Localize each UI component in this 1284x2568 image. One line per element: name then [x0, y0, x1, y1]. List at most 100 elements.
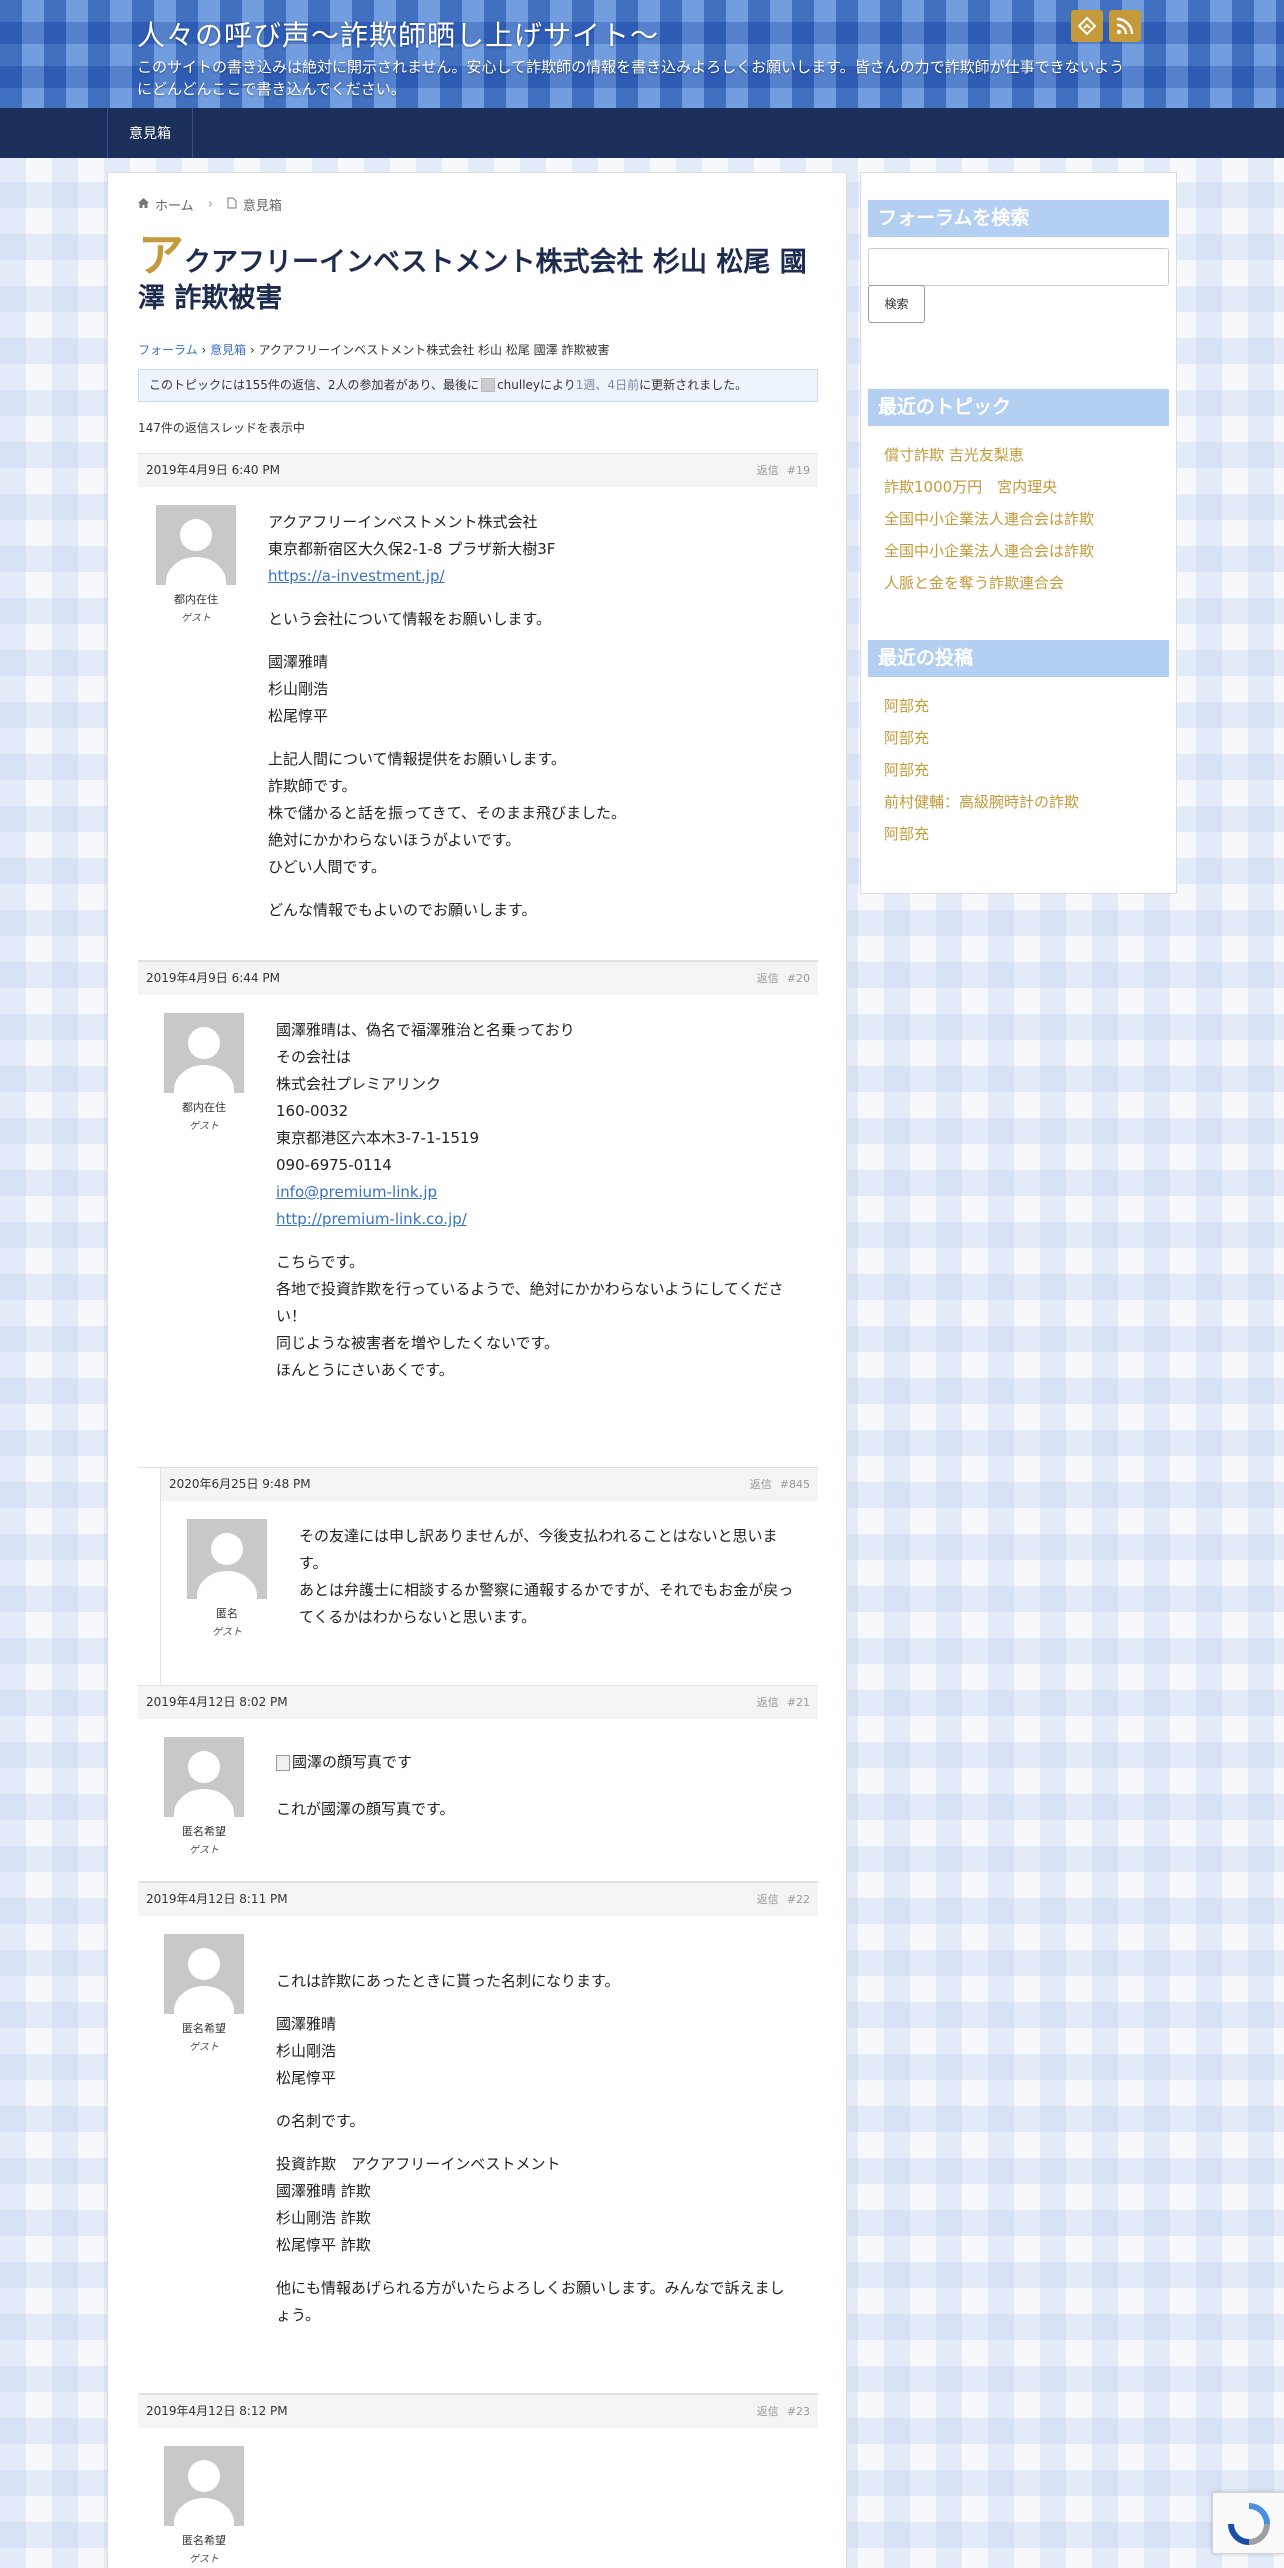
- search-button[interactable]: 検索: [868, 285, 925, 323]
- reply-author: 匿名希望 ゲスト: [164, 1737, 244, 1856]
- recaptcha-icon: [1228, 2503, 1270, 2545]
- reply-number[interactable]: #19: [787, 464, 810, 477]
- sidebar: フォーラムを検索 検索 最近のトピック 償寸詐欺 吉光友梨恵 詐欺1000万円 …: [860, 172, 1177, 894]
- recent-post-item[interactable]: 阿部充: [884, 690, 1079, 722]
- reply-link[interactable]: 返信: [757, 1696, 779, 1709]
- recent-post-item[interactable]: 阿部充: [884, 722, 1079, 754]
- reply-body: 匿名希望 ゲスト: [138, 2428, 818, 2568]
- reply-link[interactable]: 返信: [757, 1893, 779, 1906]
- avatar[interactable]: [164, 1013, 244, 1093]
- content-line: の名刺です。: [276, 2112, 365, 2130]
- reply-number[interactable]: #23: [787, 2405, 810, 2418]
- author-name: 都内在住: [174, 593, 218, 606]
- content-line: 松尾惇平 詐欺: [276, 2236, 371, 2254]
- website-link[interactable]: http://premium-link.co.jp/: [276, 1210, 467, 1228]
- notice-user-link[interactable]: chulley: [497, 378, 540, 392]
- avatar[interactable]: [164, 1737, 244, 1817]
- reply-item: 2019年4月9日 6:44 PM 返信 #20 都内在住 ゲスト 國澤雅晴は、偽…: [138, 961, 818, 1686]
- recent-topics-title: 最近のトピック: [868, 389, 1169, 426]
- content-line: 國澤雅晴は、偽名で福澤雅治と名乗っており: [276, 1021, 575, 1039]
- recent-topic-item[interactable]: 詐欺1000万円 宮内理央: [884, 471, 1094, 503]
- broken-image: 國澤の顔写真です: [276, 1749, 412, 1776]
- recent-post-item[interactable]: 阿部充: [884, 754, 1079, 786]
- site-title[interactable]: 人々の呼び声～詐欺師晒し上げサイト～: [137, 14, 659, 54]
- reply-date: 2019年4月9日 6:44 PM: [146, 971, 280, 985]
- content-link[interactable]: https://a-investment.jp/: [268, 567, 445, 585]
- content-line: 各地で投資詐欺を行っているようで、絶対にかかわらないようにしてください！: [276, 1280, 784, 1325]
- author-role: ゲスト: [189, 1121, 219, 1132]
- content-line: 同じような被害者を増やしたくないです。: [276, 1334, 560, 1352]
- forum-breadcrumb: フォーラム › 意見箱 › アクアフリーインベストメント株式会社 杉山 松尾 國…: [138, 341, 610, 358]
- reply-list: 2019年4月9日 6:40 PM 返信 #19 都内在住 ゲスト アクアフリーイ…: [138, 453, 818, 2568]
- content-line: 090-6975-0114: [276, 1156, 392, 1174]
- content-line: こちらです。: [276, 1253, 365, 1271]
- content-line: ひどい人間です。: [268, 858, 387, 876]
- author-role: ゲスト: [189, 2042, 219, 2053]
- reply-header: 2019年4月12日 8:12 PM 返信 #23: [138, 2395, 818, 2428]
- reply-date: 2020年6月25日 9:48 PM: [169, 1477, 311, 1491]
- avatar[interactable]: [156, 505, 236, 585]
- recent-post-item[interactable]: 前村健輔：高級腕時計の詐欺: [884, 786, 1079, 818]
- reply-item: 2019年4月12日 8:02 PM 返信 #21 匿名希望 ゲスト 國澤の顔写真…: [138, 1685, 818, 1882]
- rss-icon[interactable]: [1109, 10, 1141, 42]
- author-name: 匿名: [216, 1607, 238, 1620]
- content-line: これは詐欺にあったときに貰った名刺になります。: [276, 1972, 620, 1990]
- content-line: 株式会社プレミアリンク: [276, 1075, 442, 1093]
- avatar[interactable]: [164, 1934, 244, 2014]
- forum-link[interactable]: フォーラム: [138, 343, 198, 357]
- recent-posts-title: 最近の投稿: [868, 640, 1169, 677]
- author-name: 匿名希望: [182, 2022, 226, 2035]
- reply-number[interactable]: #22: [787, 1893, 810, 1906]
- site-header: 人々の呼び声～詐欺師晒し上げサイト～ このサイトの書き込みは絶対に開示されません…: [0, 0, 1284, 108]
- content-line: という会社について情報をお願いします。: [268, 610, 552, 628]
- recent-post-item[interactable]: 阿部充: [884, 818, 1079, 850]
- reply-author: 匿名希望 ゲスト: [164, 1934, 244, 2053]
- reply-item: 2019年4月9日 6:40 PM 返信 #19 都内在住 ゲスト アクアフリーイ…: [138, 453, 818, 961]
- content-line: 松尾惇平: [276, 2069, 337, 2087]
- author-role: ゲスト: [189, 2554, 219, 2565]
- reply-date: 2019年4月9日 6:40 PM: [146, 463, 280, 477]
- reply-date: 2019年4月12日 8:12 PM: [146, 2404, 288, 2418]
- content-line: 杉山剛浩 詐欺: [276, 2209, 371, 2227]
- forum-search-input[interactable]: [868, 248, 1169, 286]
- email-link[interactable]: info@premium-link.jp: [276, 1183, 437, 1201]
- reply-number[interactable]: #845: [780, 1478, 810, 1491]
- reply-author: 都内在住 ゲスト: [164, 1013, 244, 1132]
- notice-time-link[interactable]: 1週、4日前: [576, 378, 639, 392]
- main-content: ホーム › 意見箱 アクアフリーインベストメント株式会社 杉山 松尾 國澤 詐欺…: [107, 172, 847, 2568]
- reply-number[interactable]: #21: [787, 1696, 810, 1709]
- reply-link[interactable]: 返信: [757, 2405, 779, 2418]
- content-line: 杉山剛浩: [276, 2042, 337, 2060]
- user-avatar-icon: [481, 378, 496, 392]
- content-line: 松尾惇平: [268, 707, 329, 725]
- avatar[interactable]: [164, 2446, 244, 2526]
- feedly-icon[interactable]: [1071, 10, 1103, 42]
- reply-number[interactable]: #20: [787, 972, 810, 985]
- recent-topics-list: 償寸詐欺 吉光友梨恵 詐欺1000万円 宮内理央 全国中小企業法人連合会は詐欺 …: [884, 439, 1094, 599]
- avatar[interactable]: [187, 1519, 267, 1599]
- recent-topic-item[interactable]: 償寸詐欺 吉光友梨恵: [884, 439, 1094, 471]
- reply-author: 都内在住 ゲスト: [156, 505, 236, 624]
- reply-content: その友達には申し訳ありませんが、今後支払われることはないと思います。 あとは弁護士…: [299, 1523, 799, 1647]
- breadcrumb-current: 意見箱: [242, 199, 282, 214]
- reply-link[interactable]: 返信: [750, 1478, 772, 1491]
- recent-topic-item[interactable]: 全国中小企業法人連合会は詐欺: [884, 503, 1094, 535]
- breadcrumb-home[interactable]: ホーム: [155, 195, 194, 214]
- recaptcha-badge[interactable]: [1212, 2492, 1284, 2554]
- recent-posts-list: 阿部充 阿部充 阿部充 前村健輔：高級腕時計の詐欺 阿部充: [884, 690, 1079, 850]
- content-line: 投資詐欺 アクアフリーインベストメント: [276, 2155, 561, 2173]
- reply-link[interactable]: 返信: [757, 972, 779, 985]
- author-role: ゲスト: [189, 1845, 219, 1856]
- author-role: ゲスト: [181, 613, 211, 624]
- reply-link[interactable]: 返信: [757, 464, 779, 477]
- recent-topic-item[interactable]: 人脈と金を奪う詐欺連合会: [884, 567, 1094, 599]
- content-line: あとは弁護士に相談するか警察に通報するかですが、それでもお金が戻ってくるかはわか…: [299, 1581, 794, 1626]
- content-line: これが國澤の顔写真です。: [276, 1799, 455, 1818]
- reply-date: 2019年4月12日 8:02 PM: [146, 1695, 288, 1709]
- content-line: 東京都新宿区大久保2-1-8 プラザ新大樹3F: [268, 540, 556, 558]
- forum-box-link[interactable]: 意見箱: [210, 343, 246, 357]
- nav-item-iken[interactable]: 意見箱: [107, 108, 193, 158]
- reply-item: 2019年4月12日 8:11 PM 返信 #22 匿名希望 ゲスト これは詐欺に…: [138, 1882, 818, 2394]
- recent-topic-item[interactable]: 全国中小企業法人連合会は詐欺: [884, 535, 1094, 567]
- reply-author: 匿名希望 ゲスト: [164, 2446, 244, 2565]
